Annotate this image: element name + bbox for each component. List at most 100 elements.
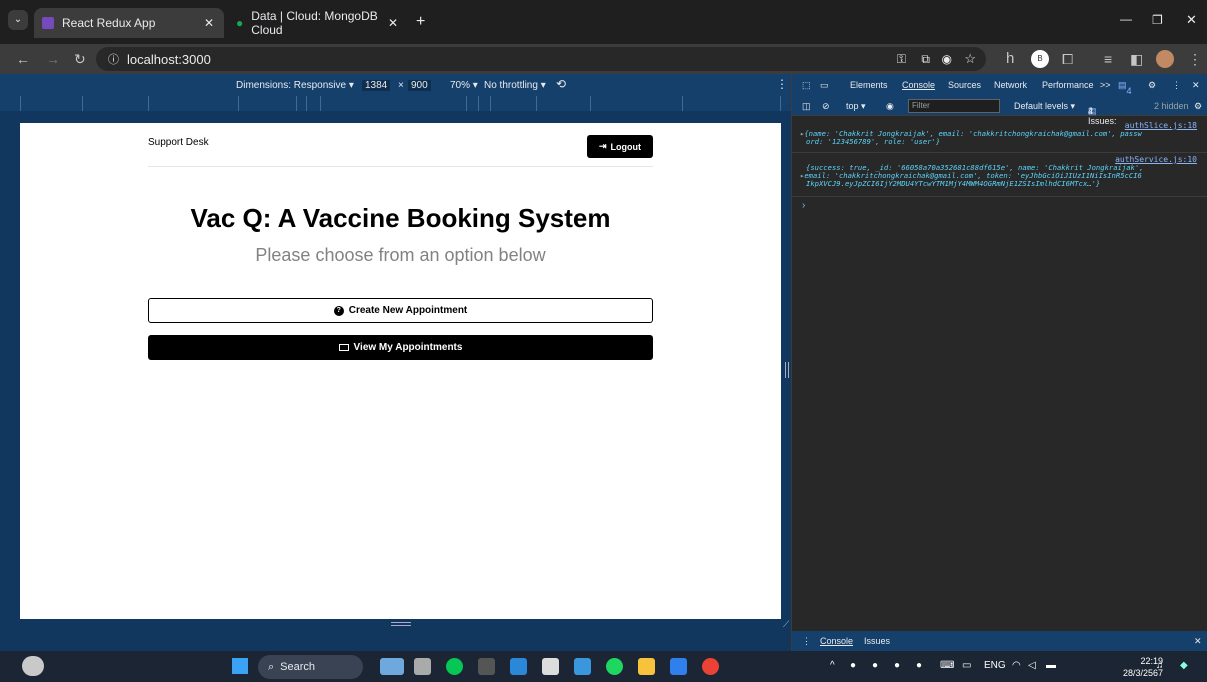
corner-resize-icon[interactable]: ⟋ [783, 619, 789, 630]
view-appointments-button[interactable]: View My Appointments [148, 335, 653, 360]
tray-app-icon[interactable]: ● [850, 660, 856, 671]
cast-icon[interactable]: ⧉ [921, 52, 930, 67]
keyboard-icon[interactable]: ⌨ [940, 660, 954, 671]
tray-app-icon[interactable]: ● [872, 660, 878, 671]
tray-app-icon[interactable]: ● [916, 660, 922, 671]
tab-mongodb[interactable]: ● Data | Cloud: MongoDB Cloud ✕ [228, 8, 408, 38]
spotify-app-icon[interactable] [606, 658, 623, 675]
password-key-icon[interactable]: ⚿ [897, 52, 906, 67]
close-tab-icon[interactable]: ✕ [204, 16, 214, 30]
file-explorer-icon[interactable] [638, 658, 655, 675]
extensions-puzzle-icon[interactable]: ⧠ [1062, 51, 1073, 67]
menu-kebab-icon[interactable]: ⋮ [1188, 51, 1202, 67]
create-appointment-button[interactable]: ? Create New Appointment [148, 298, 653, 323]
tray-chevron-icon[interactable]: ^ [830, 660, 835, 671]
profile-badge-icon[interactable]: B [1031, 50, 1049, 68]
reading-list-icon[interactable]: ≡ [1104, 51, 1112, 67]
address-bar[interactable]: ⓘ localhost:3000 ⚿ ⧉ ◉ ☆ [96, 47, 986, 71]
more-tabs-icon[interactable]: >> [1100, 80, 1111, 90]
back-icon[interactable]: ← [16, 51, 30, 67]
line-app-icon[interactable] [446, 658, 463, 675]
weather-widget-icon[interactable] [22, 656, 44, 676]
inspect-element-icon[interactable]: ⬚ [802, 80, 811, 91]
vertical-resize-handle[interactable] [391, 622, 411, 626]
bookmark-star-icon[interactable]: ☆ [964, 51, 976, 67]
windows-start-icon[interactable] [232, 658, 248, 674]
sign-out-icon: ⇥ [598, 141, 607, 151]
forward-icon[interactable]: → [46, 51, 60, 67]
restore-icon[interactable]: ❐ [1152, 13, 1163, 27]
tray-app-icon[interactable]: ▭ [962, 660, 971, 671]
minimize-icon[interactable]: — [1120, 12, 1132, 26]
tab-react-redux-app[interactable]: React Redux App ✕ [34, 8, 224, 38]
log-text: IkpXVCJ9.eyJpZCI6IjY2MDU4YTcwYTM1MjY4MWM… [806, 179, 1101, 188]
copilot-icon[interactable]: ◆ [1180, 660, 1188, 671]
device-menu-icon[interactable]: ⋮ [776, 77, 788, 91]
close-tab-icon[interactable]: ✕ [388, 16, 398, 30]
log-levels-dropdown[interactable]: Default levels ▾ [1014, 101, 1075, 112]
task-view-icon[interactable] [414, 658, 431, 675]
notion-app-icon[interactable] [542, 658, 559, 675]
clear-console-icon[interactable]: ⊘ [822, 101, 830, 112]
tab-sources[interactable]: Sources [948, 80, 981, 90]
ruler-mark [320, 96, 321, 111]
device-toggle-icon[interactable]: ▭ [820, 80, 829, 91]
volume-icon[interactable]: ◁ [1028, 660, 1036, 671]
console-prompt-icon[interactable]: › [802, 200, 805, 211]
drawer-tab-console[interactable]: Console [820, 636, 853, 646]
chrome-app-icon[interactable] [702, 658, 719, 675]
terminal-app-icon[interactable] [478, 658, 495, 675]
site-info-icon[interactable]: ⓘ [108, 51, 119, 67]
avatar[interactable] [1156, 50, 1174, 68]
ruler-mark [682, 96, 683, 111]
dimensions-dropdown[interactable]: Dimensions: Responsive ▾ [236, 80, 354, 91]
taskbar-search[interactable]: ⌕ Search [258, 655, 363, 679]
store-app-icon[interactable] [574, 658, 591, 675]
tray-app-icon[interactable]: ● [894, 660, 900, 671]
battery-icon[interactable]: ▬ [1046, 660, 1056, 671]
devtools-panel: ⬚ ▭ Elements Console Sources Network Per… [791, 74, 1207, 651]
throttling-dropdown[interactable]: No throttling ▾ [484, 80, 546, 91]
horizontal-resize-handle[interactable] [785, 362, 789, 378]
language-indicator[interactable]: ENG [984, 660, 1006, 671]
close-devtools-icon[interactable]: ✕ [1192, 80, 1200, 91]
rotate-icon[interactable]: ⟲ [556, 77, 566, 91]
context-selector[interactable]: top ▾ [846, 101, 866, 112]
vscode-app-icon[interactable] [670, 658, 687, 675]
close-window-icon[interactable]: ✕ [1186, 12, 1197, 28]
tab-search-button[interactable]: ⌄ [8, 10, 28, 30]
tab-elements[interactable]: Elements [850, 80, 888, 90]
tab-performance[interactable]: Performance [1042, 80, 1094, 90]
reload-icon[interactable]: ↻ [74, 51, 86, 67]
width-input[interactable]: 1384 [362, 80, 391, 91]
sidebar-toggle-icon[interactable]: ◫ [802, 101, 811, 112]
issues-badge[interactable]: ▤ 4 [1118, 80, 1132, 96]
new-tab-button[interactable]: + [416, 13, 425, 31]
drawer-menu-icon[interactable]: ⋮ [802, 636, 811, 647]
widgets-app-icon[interactable] [380, 658, 404, 675]
search-icon: ⌕ [268, 660, 275, 673]
site-logo-link[interactable]: Support Desk [148, 137, 209, 148]
logout-button[interactable]: ⇥ Logout [587, 135, 653, 158]
wifi-icon[interactable]: ◠ [1012, 660, 1021, 671]
live-expression-eye-icon[interactable]: ◉ [886, 101, 894, 112]
drawer-tab-issues[interactable]: Issues [864, 636, 890, 646]
tab-console[interactable]: Console [902, 80, 935, 90]
mail-app-icon[interactable] [510, 658, 527, 675]
extension-h-icon[interactable]: h [1006, 51, 1014, 67]
eye-icon[interactable]: ◉ [942, 52, 952, 66]
settings-gear-icon[interactable]: ⚙ [1148, 80, 1156, 91]
devtools-menu-icon[interactable]: ⋮ [1172, 80, 1181, 91]
side-panel-icon[interactable]: ◧ [1130, 51, 1143, 67]
zoom-dropdown[interactable]: 70% ▾ [450, 80, 478, 91]
notification-bell-icon[interactable]: ♫ [1156, 660, 1164, 671]
height-input[interactable]: 900 [408, 80, 431, 91]
tab-network[interactable]: Network [994, 80, 1027, 90]
question-circle-icon: ? [333, 305, 344, 316]
console-log-entry[interactable]: {success: true, _id: '66058a70a352681c88… [800, 164, 1200, 188]
console-settings-icon[interactable]: ⚙ [1194, 101, 1202, 112]
close-drawer-icon[interactable]: ✕ [1194, 636, 1202, 647]
console-filter-input[interactable]: Filter [908, 99, 1000, 113]
log-divider [792, 196, 1207, 197]
console-log-entry[interactable]: ▸{name: 'Chakkrit Jongkraijak', email: '… [800, 130, 1200, 146]
